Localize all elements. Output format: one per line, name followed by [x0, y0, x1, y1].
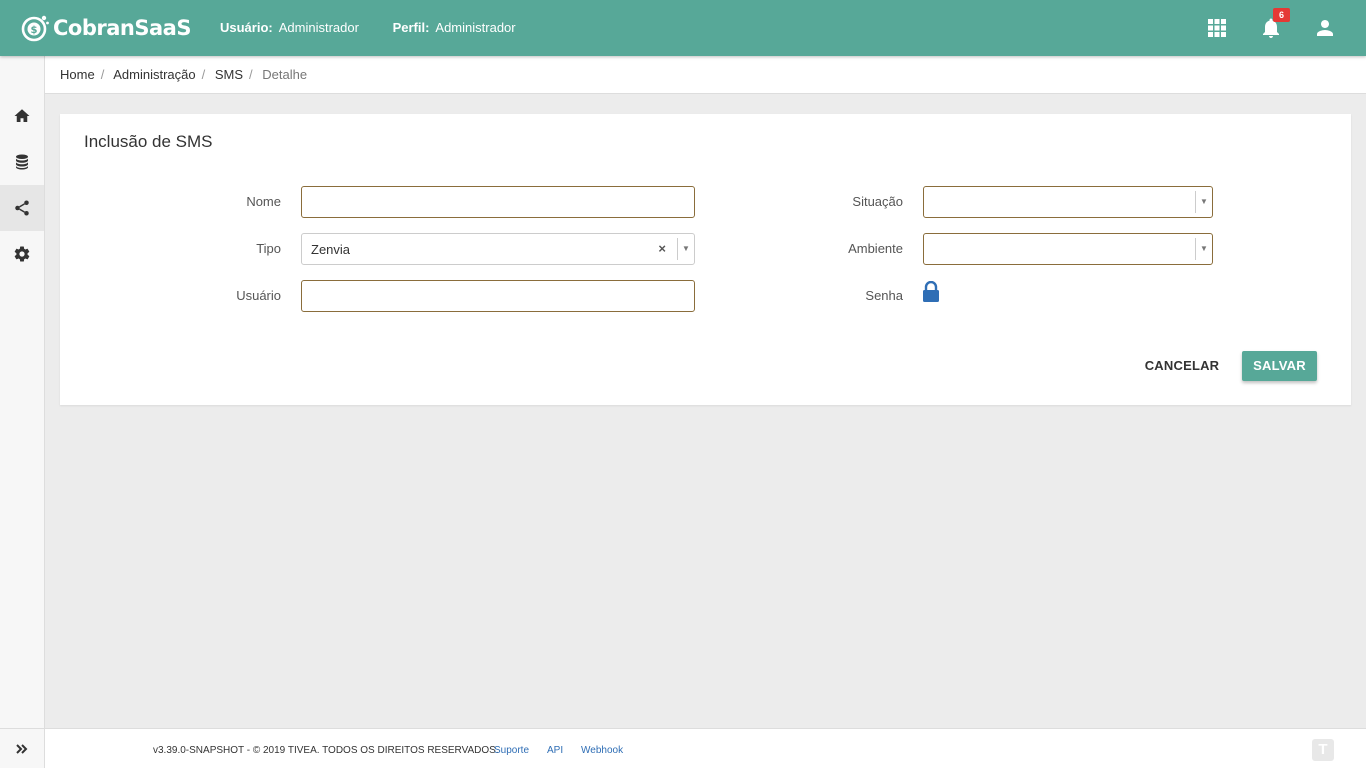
footer-link-api[interactable]: API — [547, 745, 563, 756]
profile-label: Perfil: — [392, 20, 430, 35]
apps-grid-icon — [1208, 19, 1226, 37]
ambiente-select[interactable]: ▼ — [923, 233, 1213, 265]
usuario-label: Usuário — [236, 288, 281, 303]
situacao-label: Situação — [852, 194, 903, 209]
senha-label: Senha — [865, 288, 903, 303]
sidebar-item-settings[interactable] — [0, 231, 44, 277]
lock-icon — [923, 280, 939, 302]
footer-link-suporte[interactable]: Suporte — [494, 745, 529, 756]
svg-text:$: $ — [31, 25, 38, 36]
breadcrumb-administracao[interactable]: Administração — [113, 67, 195, 82]
coin-logo-icon: $ — [21, 15, 49, 42]
breadcrumb-current: Detalhe — [262, 67, 308, 82]
save-button[interactable]: SALVAR — [1242, 351, 1317, 381]
user-menu-button[interactable] — [1313, 16, 1337, 40]
sidebar — [0, 56, 45, 768]
situacao-select[interactable]: ▼ — [923, 186, 1213, 218]
double-chevron-right-icon — [16, 743, 28, 754]
sidebar-expand-button[interactable] — [0, 728, 44, 768]
ambiente-label: Ambiente — [848, 241, 903, 256]
cancel-button[interactable]: CANCELAR — [1142, 352, 1222, 380]
profile-value: Administrador — [435, 20, 516, 35]
user-info: Usuário: Administrador Perfil: Administrad… — [220, 20, 546, 35]
breadcrumb-home[interactable]: Home — [60, 67, 95, 82]
app-logo[interactable]: $ CobranSaaS — [20, 12, 191, 44]
top-bar: $ CobranSaaS Usuário: Administrador Perfi… — [0, 0, 1366, 56]
senha-lock-button[interactable] — [922, 280, 940, 303]
dropdown-arrow-icon: ▼ — [677, 238, 694, 260]
notification-badge: 6 — [1273, 8, 1290, 22]
sidebar-item-home[interactable] — [0, 93, 44, 139]
apps-grid-button[interactable] — [1205, 16, 1229, 40]
nome-label: Nome — [246, 194, 281, 209]
share-icon — [15, 200, 29, 216]
footer-link-webhook[interactable]: Webhook — [581, 745, 623, 756]
usuario-input[interactable] — [301, 280, 695, 312]
breadcrumb-sms[interactable]: SMS — [215, 67, 243, 82]
brand-name: CobranSaaS — [53, 16, 191, 40]
clear-icon[interactable]: × — [658, 241, 666, 256]
database-icon — [16, 154, 28, 170]
gear-icon — [14, 246, 30, 262]
tivea-logo-icon: T — [1312, 739, 1334, 761]
footer: v3.39.0-SNAPSHOT - © 2019 TIVEA. TODOS O… — [45, 728, 1366, 768]
dropdown-arrow-icon: ▼ — [1195, 238, 1212, 260]
tipo-value: Zenvia — [311, 242, 351, 257]
user-value: Administrador — [278, 20, 359, 35]
breadcrumb: Home / Administração / SMS / Detalhe — [45, 56, 1366, 94]
nome-input[interactable] — [301, 186, 695, 218]
form-card: Inclusão de SMS Nome Tipo Zenvia × ▼ Usu… — [60, 114, 1351, 405]
copyright-text: v3.39.0-SNAPSHOT - © 2019 TIVEA. TODOS O… — [153, 745, 499, 756]
sidebar-item-share[interactable] — [0, 185, 44, 231]
dropdown-arrow-icon: ▼ — [1195, 191, 1212, 213]
page-title: Inclusão de SMS — [84, 132, 213, 151]
person-icon — [1317, 20, 1333, 36]
home-icon — [14, 109, 30, 122]
tipo-select[interactable]: Zenvia × ▼ — [301, 233, 695, 265]
sidebar-item-database[interactable] — [0, 139, 44, 185]
user-label: Usuário: — [220, 20, 273, 35]
tipo-label: Tipo — [256, 241, 281, 256]
